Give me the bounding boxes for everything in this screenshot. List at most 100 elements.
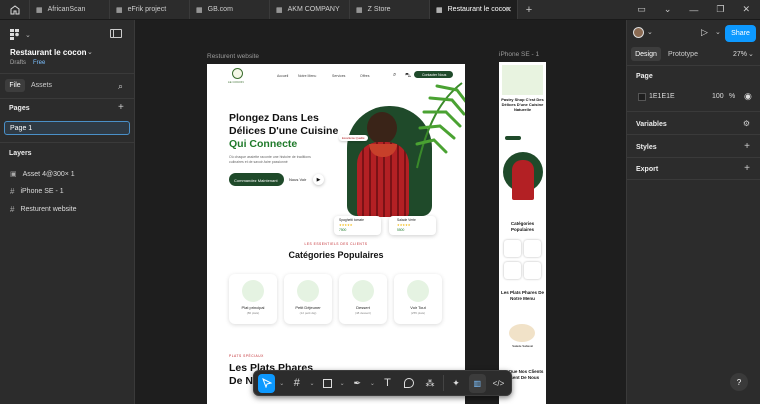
category-card[interactable]: Voir Tout (255 plats) <box>394 274 442 324</box>
file-icon: ▦ <box>116 6 123 14</box>
chevron-down-icon[interactable]: ⌄ <box>715 28 721 36</box>
divider <box>0 98 135 99</box>
tab-africanscan[interactable]: ▦ AfricanScan <box>30 0 110 19</box>
main-menu-button[interactable]: ⌄ <box>10 29 31 40</box>
avatar[interactable] <box>633 27 644 38</box>
page-color-input[interactable]: 1E1E1E <box>649 93 675 100</box>
iphone-frame[interactable]: Pastry Shop C'est Des Délices D'une Cuis… <box>499 62 546 404</box>
help-icon[interactable]: ? <box>730 373 748 391</box>
pen-tool-icon[interactable]: ✒ <box>349 374 366 393</box>
variables-settings-icon[interactable]: ⚙ <box>743 119 750 128</box>
contact-nav-button[interactable]: Contacter Nous <box>414 71 453 78</box>
nav-offres[interactable]: Offres <box>360 74 369 78</box>
file-name[interactable]: Restaurant le cocon <box>10 48 86 57</box>
layer-item[interactable]: ▣ Asset 4@300× 1 <box>10 170 75 179</box>
website-frame[interactable]: LE COCON Accueil Notre Menu Services Off… <box>207 64 465 404</box>
category-card[interactable]: Dessert (48 dessert) <box>339 274 387 324</box>
page-opacity-input[interactable]: 100 <box>712 93 724 100</box>
chevron-down-icon[interactable]: ⌄ <box>664 4 672 15</box>
phone-category-card[interactable] <box>524 262 541 279</box>
figma-home-icon[interactable] <box>0 0 30 19</box>
divider <box>627 179 760 180</box>
chevron-down-icon[interactable]: ⌄ <box>340 380 345 387</box>
categories-eyebrow: LES ESSENTIELS DES CLIENTS <box>304 242 368 246</box>
add-export-icon[interactable]: + <box>744 163 750 174</box>
drafts-label[interactable]: Drafts <box>10 60 26 66</box>
layer-item[interactable]: # iPhone SE - 1 <box>10 187 64 196</box>
rectangle-tool-icon[interactable] <box>318 374 335 393</box>
nav-accueil[interactable]: Accueil <box>277 74 288 78</box>
nav-menu[interactable]: Notre Menu <box>298 74 316 78</box>
chevron-down-icon[interactable]: ⌄ <box>748 50 754 58</box>
close-window-icon[interactable]: ✕ <box>742 4 750 15</box>
food-card-price: 5500 <box>397 228 405 232</box>
search-icon[interactable]: ⌕ <box>118 81 123 92</box>
watch-us-link[interactable]: Nous Voir <box>289 177 306 182</box>
frame-label-iphone[interactable]: iPhone SE - 1 <box>499 51 539 58</box>
chevron-down-icon[interactable]: ⌄ <box>647 28 653 36</box>
eye-icon[interactable]: ◉ <box>744 91 752 102</box>
frame-tool-icon[interactable]: # <box>288 374 305 393</box>
figma-logo-icon <box>10 29 19 40</box>
chevron-down-icon[interactable]: ⌄ <box>279 380 284 387</box>
cart-icon[interactable]: ⛍ <box>405 72 411 80</box>
code-icon[interactable]: </> <box>490 374 507 393</box>
plan-badge[interactable]: Free <box>33 60 45 66</box>
phone-category-card[interactable] <box>504 262 521 279</box>
tab-z-store[interactable]: ▦ Z Store <box>350 0 430 19</box>
tab-gb-com[interactable]: ▦ GB.com <box>190 0 270 19</box>
phone-chef <box>512 160 534 200</box>
pages-heading: Pages <box>9 105 30 112</box>
add-style-icon[interactable]: + <box>744 141 750 152</box>
food-card-name: Salade Verte <box>397 218 416 222</box>
tab-file[interactable]: File <box>5 79 25 92</box>
tab-assets[interactable]: Assets <box>31 82 52 89</box>
page-item-page-1[interactable]: Page 1 <box>4 121 130 135</box>
tab-prototype[interactable]: Prototype <box>668 51 698 58</box>
tab-restaurant-le-cocon[interactable]: ▦ Restaurant le cocon ✕ <box>430 0 518 19</box>
category-card[interactable]: Plat principal (86 plats) <box>229 274 277 324</box>
chevron-down-icon[interactable]: ⌄ <box>370 380 375 387</box>
page-section-heading: Page <box>636 73 653 80</box>
dev-mode-toggle-icon[interactable]: ▥ <box>468 373 486 393</box>
frame-label-website[interactable]: Resturent website <box>207 53 259 60</box>
play-icon[interactable]: ▶ <box>313 174 324 185</box>
text-tool-icon[interactable]: T <box>379 374 396 393</box>
comment-tool-icon[interactable] <box>400 374 417 393</box>
ai-tool-icon[interactable]: ✦ <box>447 374 464 393</box>
tab-efrik-project[interactable]: ▦ eFrik project <box>110 0 190 19</box>
phone-category-card[interactable] <box>524 240 541 257</box>
order-now-button[interactable]: Commandez Maintenant <box>229 173 284 186</box>
new-tab-icon[interactable]: + <box>518 0 540 19</box>
export-heading: Export <box>636 166 659 173</box>
search-icon[interactable]: ⌕ <box>393 72 396 79</box>
restore-icon[interactable]: ❐ <box>716 4 724 15</box>
move-tool-icon[interactable] <box>258 373 276 393</box>
layer-item[interactable]: # Resturent website <box>10 205 76 214</box>
tab-design[interactable]: Design <box>631 47 661 61</box>
close-tab-icon[interactable]: ✕ <box>505 5 512 14</box>
zoom-level[interactable]: 27% <box>733 51 747 58</box>
present-play-icon[interactable]: ▷ <box>701 27 708 38</box>
file-icon: ▦ <box>356 6 363 14</box>
page-color-swatch[interactable] <box>638 93 646 101</box>
nav-services[interactable]: Services <box>332 74 345 78</box>
tab-overview-icon[interactable]: ▭ <box>637 4 646 15</box>
tab-akm-company[interactable]: ▦ AKM COMPANY <box>270 0 350 19</box>
toggle-sidebar-icon[interactable] <box>110 29 122 38</box>
minimize-icon[interactable]: — <box>689 5 698 15</box>
file-menu-chevron-icon[interactable]: ⌄ <box>87 48 93 56</box>
phone-order-button[interactable] <box>505 136 521 140</box>
category-card[interactable]: Petit Déjeuner (12 petit déj) <box>284 274 332 324</box>
variables-heading[interactable]: Variables <box>636 121 667 128</box>
frame-icon: # <box>10 187 15 196</box>
divider <box>0 142 135 143</box>
share-button[interactable]: Share <box>725 25 756 42</box>
canvas[interactable]: Resturent website iPhone SE - 1 LE COCON… <box>135 20 626 404</box>
add-page-icon[interactable]: + <box>118 102 124 113</box>
food-card[interactable]: Spaghetti tomate ★★★★★ 7500 <box>334 216 381 235</box>
chevron-down-icon[interactable]: ⌄ <box>309 380 314 387</box>
phone-category-card[interactable] <box>504 240 521 257</box>
food-card[interactable]: Salade Verte ★★★★★ 5500 <box>389 216 436 235</box>
components-tool-icon[interactable]: ⁂ <box>421 374 438 393</box>
